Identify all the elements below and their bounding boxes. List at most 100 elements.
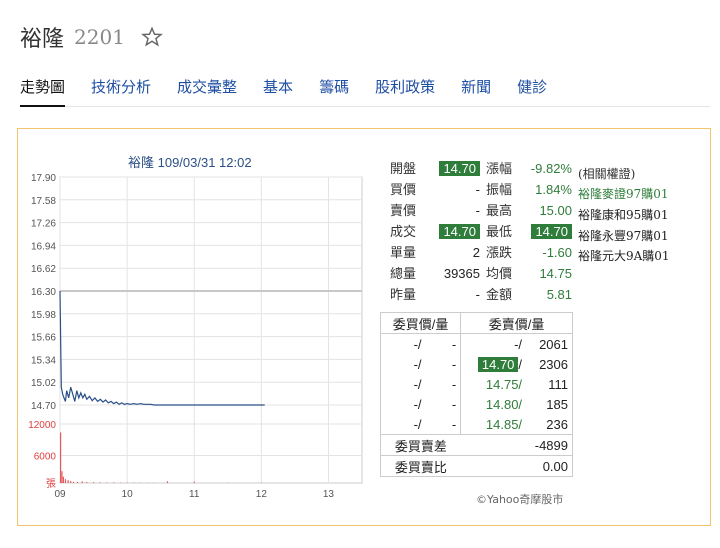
y-tick-label: 15.02 bbox=[31, 378, 56, 389]
quote-label: 最低 bbox=[486, 224, 513, 239]
tab-chips[interactable]: 籌碼 bbox=[319, 70, 349, 105]
y-tick-label: 17.26 bbox=[31, 219, 56, 230]
y-tick-label: 16.94 bbox=[31, 241, 56, 252]
quote-label: 總量 bbox=[390, 266, 417, 281]
ask-volume: 2061 bbox=[526, 333, 574, 354]
ask-header: 委賣價/量 bbox=[460, 312, 573, 334]
x-tick-label: 11 bbox=[189, 489, 200, 500]
tab-trend[interactable]: 走勢圖 bbox=[20, 70, 66, 107]
quote-value: - bbox=[475, 287, 480, 302]
bid-volume: - bbox=[425, 354, 462, 374]
tab-dividend[interactable]: 股利政策 bbox=[375, 70, 435, 105]
warrant-link[interactable]: 裕隆元大9A購01 bbox=[578, 247, 670, 264]
ask-volume: 111 bbox=[526, 374, 574, 394]
order-book-row: -/-14.75/111 bbox=[379, 374, 574, 394]
y-tick-label: 15.66 bbox=[31, 333, 56, 344]
warrants-header: (相關權證) bbox=[578, 167, 636, 181]
quote-value: 15.00 bbox=[539, 203, 572, 218]
y-tick-label: 14.70 bbox=[31, 401, 56, 412]
quote-value: 14.70 bbox=[438, 222, 480, 242]
quote-value: 14.70 bbox=[438, 159, 480, 179]
x-tick-label: 09 bbox=[54, 489, 66, 500]
volume-tick-label: 12000 bbox=[28, 420, 56, 431]
quote-label: 昨量 bbox=[390, 287, 417, 302]
quote-label: 振幅 bbox=[486, 182, 513, 197]
order-book: 委買價/量 委賣價/量 -/- -/2061 -/-14.70/2306 -/-14.… bbox=[379, 312, 574, 477]
y-tick-label: 16.62 bbox=[31, 264, 56, 275]
quote-value: - bbox=[475, 203, 480, 218]
warrant-link[interactable]: 裕隆康和95購01 bbox=[578, 206, 669, 223]
ask-price: 14.70/ bbox=[460, 354, 527, 374]
order-book-row: -/-14.85/236 bbox=[379, 414, 574, 435]
diff-label: 委買賣差 bbox=[379, 434, 461, 456]
bid-volume: - bbox=[425, 374, 462, 394]
bid-price: -/ bbox=[379, 414, 426, 435]
quote-label: 開盤 bbox=[390, 161, 417, 176]
quote-value: 14.70 bbox=[524, 222, 572, 242]
chart-title: 裕隆 109/03/31 12:02 bbox=[128, 155, 252, 170]
tab-basic[interactable]: 基本 bbox=[263, 70, 293, 105]
bid-price: -/ bbox=[379, 333, 426, 354]
quote-label: 成交 bbox=[390, 224, 417, 239]
volume-tick-label: 張 bbox=[46, 478, 56, 490]
quote-label: 最高 bbox=[486, 203, 513, 218]
ratio-value: 0.00 bbox=[460, 455, 573, 477]
stock-code: 2201 bbox=[74, 25, 125, 49]
quote-value: 14.75 bbox=[539, 266, 572, 281]
copyright: ©Yahoo奇摩股市 bbox=[476, 493, 564, 506]
ask-volume: 236 bbox=[526, 414, 574, 435]
bid-price: -/ bbox=[379, 374, 426, 394]
quote-panel: 裕隆 109/03/31 12:02 17.90 17.58 17.26 16.94 1… bbox=[17, 128, 711, 526]
bid-volume: - bbox=[425, 333, 462, 354]
ask-volume: 2306 bbox=[526, 354, 574, 374]
x-tick-label: 12 bbox=[256, 489, 268, 500]
tab-trades[interactable]: 成交彙整 bbox=[177, 70, 237, 105]
quote-label: 金額 bbox=[486, 287, 513, 302]
quote-label: 買價 bbox=[390, 182, 417, 197]
quote-label: 均價 bbox=[486, 266, 513, 281]
quote-label: 漲跌 bbox=[486, 245, 513, 260]
ratio-label: 委買賣比 bbox=[379, 455, 461, 477]
star-icon[interactable] bbox=[140, 26, 163, 48]
ask-volume: 185 bbox=[526, 394, 574, 414]
bid-price: -/ bbox=[379, 394, 426, 414]
quote-value: -1.60 bbox=[542, 245, 572, 260]
quote-value: 2 bbox=[472, 245, 480, 260]
x-tick-label: 10 bbox=[122, 489, 134, 500]
intraday-chart: 裕隆 109/03/31 12:02 17.90 17.58 17.26 16.94 1… bbox=[28, 155, 363, 500]
bid-header: 委買價/量 bbox=[379, 312, 462, 334]
quote-value: 5.81 bbox=[546, 287, 572, 302]
quote-value: - bbox=[475, 182, 480, 197]
diff-value: -4899 bbox=[460, 434, 573, 456]
bid-volume: - bbox=[425, 414, 462, 435]
quote-value: 39365 bbox=[443, 266, 480, 281]
x-tick-label: 13 bbox=[323, 489, 335, 500]
y-tick-label: 17.90 bbox=[31, 173, 56, 184]
tab-bar: 走勢圖 技術分析 成交彙整 基本 籌碼 股利政策 新聞 健診 bbox=[20, 70, 710, 107]
bid-price: -/ bbox=[379, 354, 426, 374]
volume-tick-label: 6000 bbox=[34, 452, 57, 463]
y-tick-label: 15.34 bbox=[31, 355, 56, 366]
stock-name: 裕隆 bbox=[20, 27, 65, 52]
stock-header: 裕隆 2201 bbox=[20, 20, 163, 54]
quote-label: 單量 bbox=[390, 245, 417, 260]
ask-price: 14.75/ bbox=[460, 374, 527, 394]
order-book-row: -/- -/2061 bbox=[379, 333, 574, 354]
warrant-link[interactable]: 裕隆永豐97購01 bbox=[578, 227, 669, 244]
y-tick-label: 15.98 bbox=[31, 310, 56, 321]
quote-value: 1.84% bbox=[535, 182, 572, 197]
ask-price: 14.80/ bbox=[460, 394, 527, 414]
order-book-row: -/-14.80/185 bbox=[379, 394, 574, 414]
quote-label: 漲幅 bbox=[486, 161, 513, 176]
y-tick-label: 17.58 bbox=[31, 196, 56, 207]
warrant-link[interactable]: 裕隆麥證97購01 bbox=[578, 185, 669, 202]
order-book-row: -/-14.70/2306 bbox=[379, 354, 574, 374]
y-tick-label: 16.30 bbox=[31, 287, 56, 298]
quote-label: 賣價 bbox=[390, 203, 417, 218]
tab-technical[interactable]: 技術分析 bbox=[91, 70, 151, 105]
quote-value: -9.82% bbox=[530, 161, 572, 176]
ask-price: -/ bbox=[460, 333, 527, 354]
tab-news[interactable]: 新聞 bbox=[461, 70, 491, 105]
bid-volume: - bbox=[425, 394, 462, 414]
tab-health[interactable]: 健診 bbox=[517, 70, 547, 105]
